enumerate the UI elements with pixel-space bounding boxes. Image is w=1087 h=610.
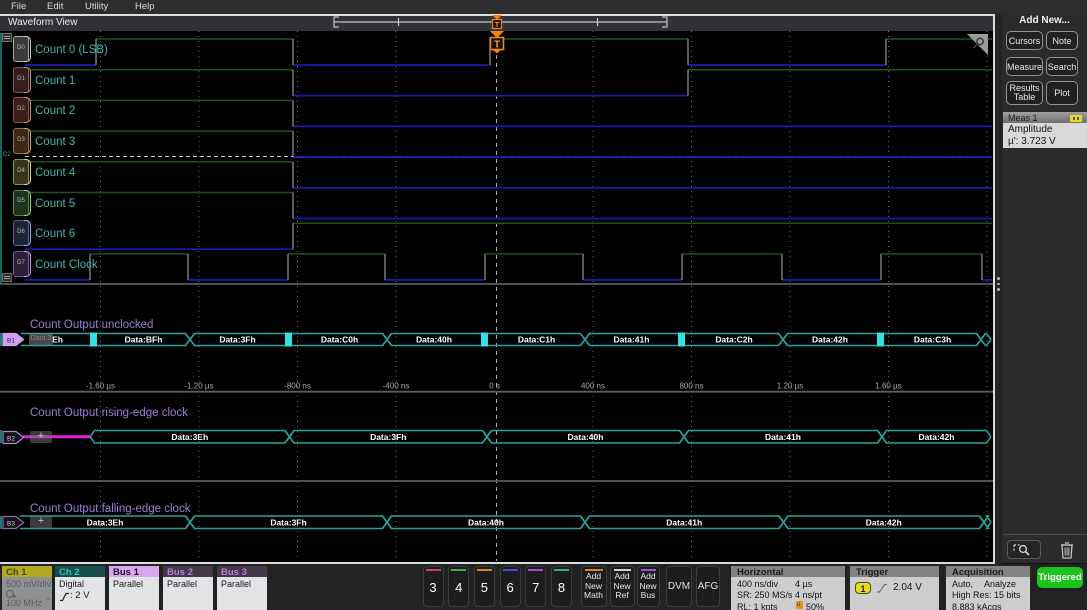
svg-text:Data:41h: Data:41h: [614, 335, 650, 345]
svg-text:-1.20 µs: -1.20 µs: [184, 382, 213, 391]
svg-text:-1.60 µs: -1.60 µs: [86, 382, 115, 391]
svg-text:Eh: Eh: [52, 335, 63, 345]
svg-text:-400 ns: -400 ns: [383, 382, 410, 391]
svg-text:Data:C2h: Data:C2h: [715, 335, 752, 345]
svg-text:Data:42h: Data:42h: [812, 335, 848, 345]
svg-text:T: T: [495, 20, 500, 29]
svg-text:B1: B1: [7, 337, 15, 344]
svg-text:-800 ns: -800 ns: [284, 382, 311, 391]
svg-text:B2: B2: [7, 435, 15, 442]
svg-text:Data:C1h: Data:C1h: [518, 335, 555, 345]
svg-text:Data:40h: Data:40h: [468, 517, 504, 527]
svg-text:800 ns: 800 ns: [679, 382, 703, 391]
svg-text:Data:C0h: Data:C0h: [321, 335, 358, 345]
svg-text:Data:42h: Data:42h: [919, 432, 955, 442]
svg-text:Data:3Fh: Data:3Fh: [270, 517, 306, 527]
svg-text:Data:40h: Data:40h: [568, 432, 604, 442]
svg-text:400 ns: 400 ns: [581, 382, 605, 391]
svg-text:1.60 µs: 1.60 µs: [875, 382, 901, 391]
svg-text:Data:C3h: Data:C3h: [914, 335, 951, 345]
svg-text:B3: B3: [7, 520, 15, 527]
svg-text:Data:42h: Data:42h: [866, 517, 902, 527]
svg-text:0 s: 0 s: [489, 382, 500, 391]
svg-text:Data:3Eh: Data:3Eh: [87, 517, 124, 527]
svg-text:Data:3Fh: Data:3Fh: [219, 335, 255, 345]
svg-text:Data:3Fh: Data:3Fh: [370, 432, 406, 442]
svg-text:Data:3Eh: Data:3Eh: [171, 432, 208, 442]
svg-text:1.20 µs: 1.20 µs: [777, 382, 803, 391]
svg-text:Data:40h: Data:40h: [416, 335, 452, 345]
svg-text:T: T: [494, 40, 500, 51]
svg-text:Data:41h: Data:41h: [765, 432, 801, 442]
svg-text:Data:41h: Data:41h: [666, 517, 702, 527]
svg-text:Data:BFh: Data:BFh: [125, 335, 163, 345]
